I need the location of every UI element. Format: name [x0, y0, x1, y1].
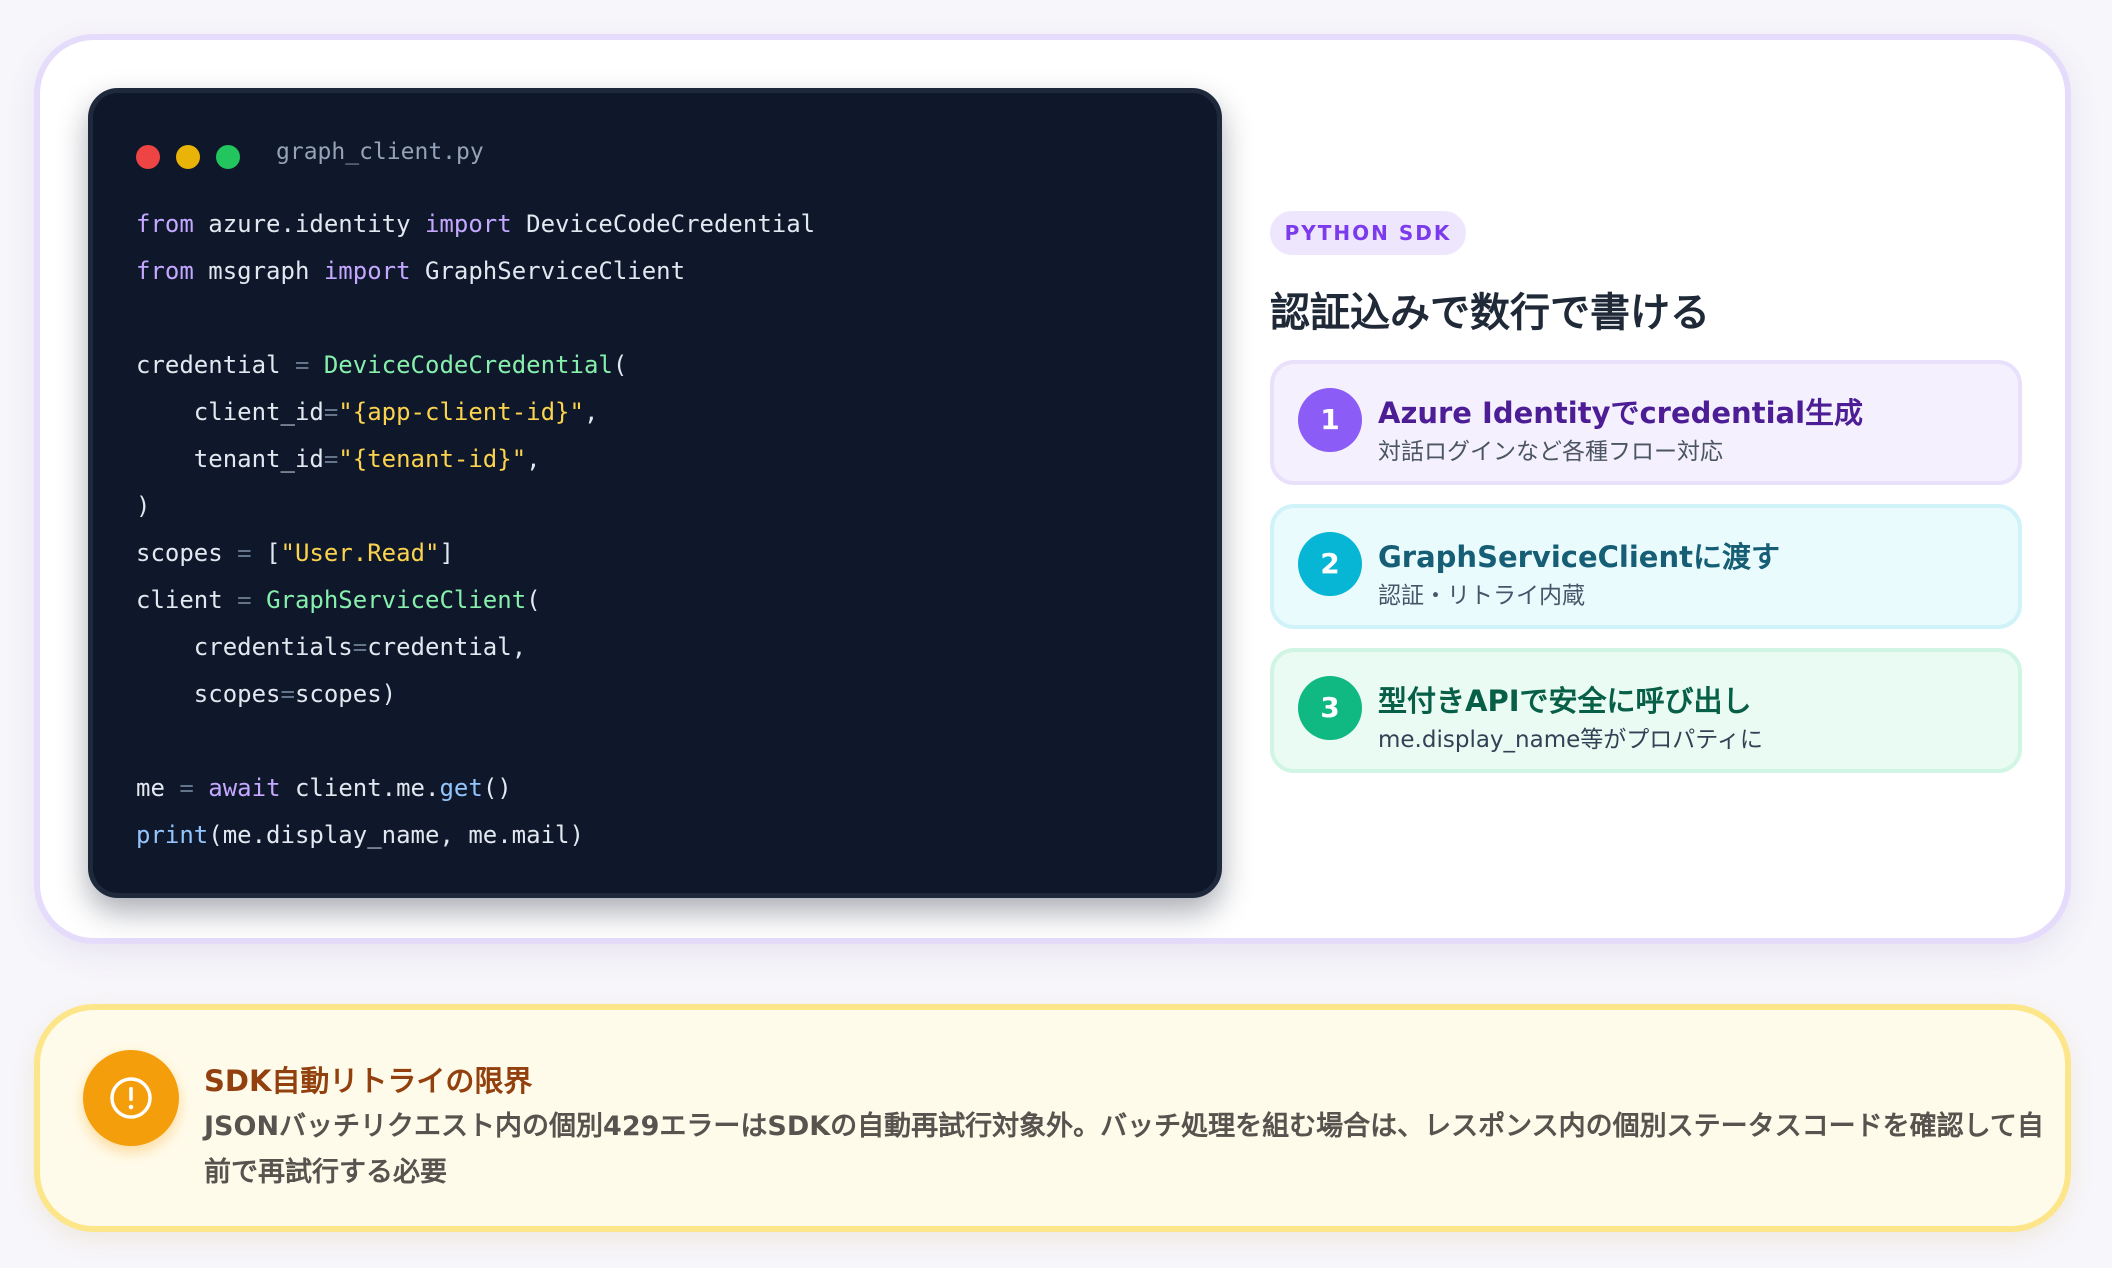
code-token: client: [136, 586, 238, 614]
window-minimize-dot: [176, 145, 200, 169]
code-token: get: [439, 774, 483, 802]
code-line: client_id="{app-client-id}",: [136, 389, 815, 436]
code-line: tenant_id="{tenant-id}",: [136, 436, 815, 483]
code-line: scopes = ["User.Read"]: [136, 530, 815, 577]
code-token: DeviceCodeCredential: [323, 351, 613, 379]
code-token: msgraph: [193, 257, 324, 285]
code-token: GraphServiceClient: [410, 257, 686, 285]
warning-body: JSONバッチリクエスト内の個別429エラーはSDKの自動再試行対象外。バッチ処…: [204, 1111, 2044, 1188]
code-token: from: [136, 210, 194, 238]
code-token: client_id: [136, 398, 324, 426]
code-token: =: [237, 586, 252, 614]
warning-title: SDK自動リトライの限界: [204, 1064, 533, 1098]
step-description: 認証・リトライ内蔵: [1378, 583, 1585, 609]
code-token: =: [179, 774, 194, 802]
code-line: credential = DeviceCodeCredential(: [136, 342, 815, 389]
code-window: graph_client.py from azure.identity impo…: [88, 88, 1222, 898]
code-token: =: [294, 351, 310, 379]
code-token: "User.Read": [280, 539, 440, 567]
code-token: scopes: [136, 680, 281, 708]
code-token: tenant_id: [136, 445, 324, 473]
code-token: ): [136, 492, 151, 520]
step-card-3: 3 型付きAPIで安全に呼び出し me.display_name等がプロパティに: [1270, 648, 2022, 773]
step-number: 2: [1298, 532, 1362, 596]
code-token: azure.identity: [193, 210, 425, 238]
step-title: Azure Identityでcredential生成: [1378, 396, 1864, 430]
code-token: ,: [583, 398, 599, 426]
code-token: scopes: [136, 539, 238, 567]
window-maximize-dot: [216, 145, 240, 169]
code-token: =: [323, 398, 339, 426]
code-token: credential,: [367, 633, 527, 661]
code-line: scopes=scopes): [136, 671, 815, 718]
code-token: await: [208, 774, 281, 802]
code-token: (): [482, 774, 512, 802]
code-token: print: [136, 821, 209, 849]
section-heading: 認証込みで数行で書ける: [1270, 290, 1710, 336]
code-token: from: [136, 257, 194, 285]
code-token: scopes): [294, 680, 397, 708]
step-card-2: 2 GraphServiceClientに渡す 認証・リトライ内蔵: [1270, 504, 2022, 629]
code-token: me: [136, 774, 180, 802]
step-number: 3: [1298, 676, 1362, 740]
step-title: 型付きAPIで安全に呼び出し: [1378, 684, 1752, 718]
code-line: from azure.identity import DeviceCodeCre…: [136, 201, 815, 248]
code-token: DeviceCodeCredential: [511, 210, 816, 238]
code-token: client.me.: [280, 774, 440, 802]
code-token: credential: [136, 351, 295, 379]
step-description: me.display_name等がプロパティに: [1378, 727, 1763, 753]
code-token: import: [323, 257, 411, 285]
code-token: =: [280, 680, 295, 708]
code-token: (me.display_name, me.mail): [208, 821, 584, 849]
code-token: credentials: [136, 633, 353, 661]
code-token: "{app-client-id}": [338, 398, 584, 426]
code-line: ): [136, 483, 815, 530]
code-line: me = await client.me.get(): [136, 765, 815, 812]
code-token: (: [526, 586, 541, 614]
code-line: from msgraph import GraphServiceClient: [136, 248, 815, 295]
code-block: from azure.identity import DeviceCodeCre…: [136, 201, 815, 859]
code-token: =: [237, 539, 252, 567]
window-close-dot: [136, 145, 160, 169]
step-title: GraphServiceClientに渡す: [1378, 540, 1780, 574]
code-token: import: [424, 210, 512, 238]
code-token: [: [251, 539, 281, 567]
code-token: ]: [439, 539, 454, 567]
sdk-badge: PYTHON SDK: [1270, 211, 1466, 255]
code-line: credentials=credential,: [136, 624, 815, 671]
code-token: =: [352, 633, 368, 661]
code-token: GraphServiceClient: [266, 586, 527, 614]
warning-callout: SDK自動リトライの限界 JSONバッチリクエスト内の個別429エラーはSDKの…: [34, 1004, 2071, 1232]
step-number: 1: [1298, 388, 1362, 452]
code-token: =: [323, 445, 339, 473]
code-token: "{tenant-id}": [338, 445, 527, 473]
code-line: client = GraphServiceClient(: [136, 577, 815, 624]
code-token: (: [612, 351, 628, 379]
step-description: 対話ログインなど各種フロー対応: [1378, 439, 1723, 465]
code-line: print(me.display_name, me.mail): [136, 812, 815, 859]
exclamation-circle-icon: [83, 1050, 179, 1146]
step-card-1: 1 Azure Identityでcredential生成 対話ログインなど各種…: [1270, 360, 2022, 485]
code-file-name: graph_client.py: [276, 139, 484, 165]
code-token: ,: [526, 445, 541, 473]
